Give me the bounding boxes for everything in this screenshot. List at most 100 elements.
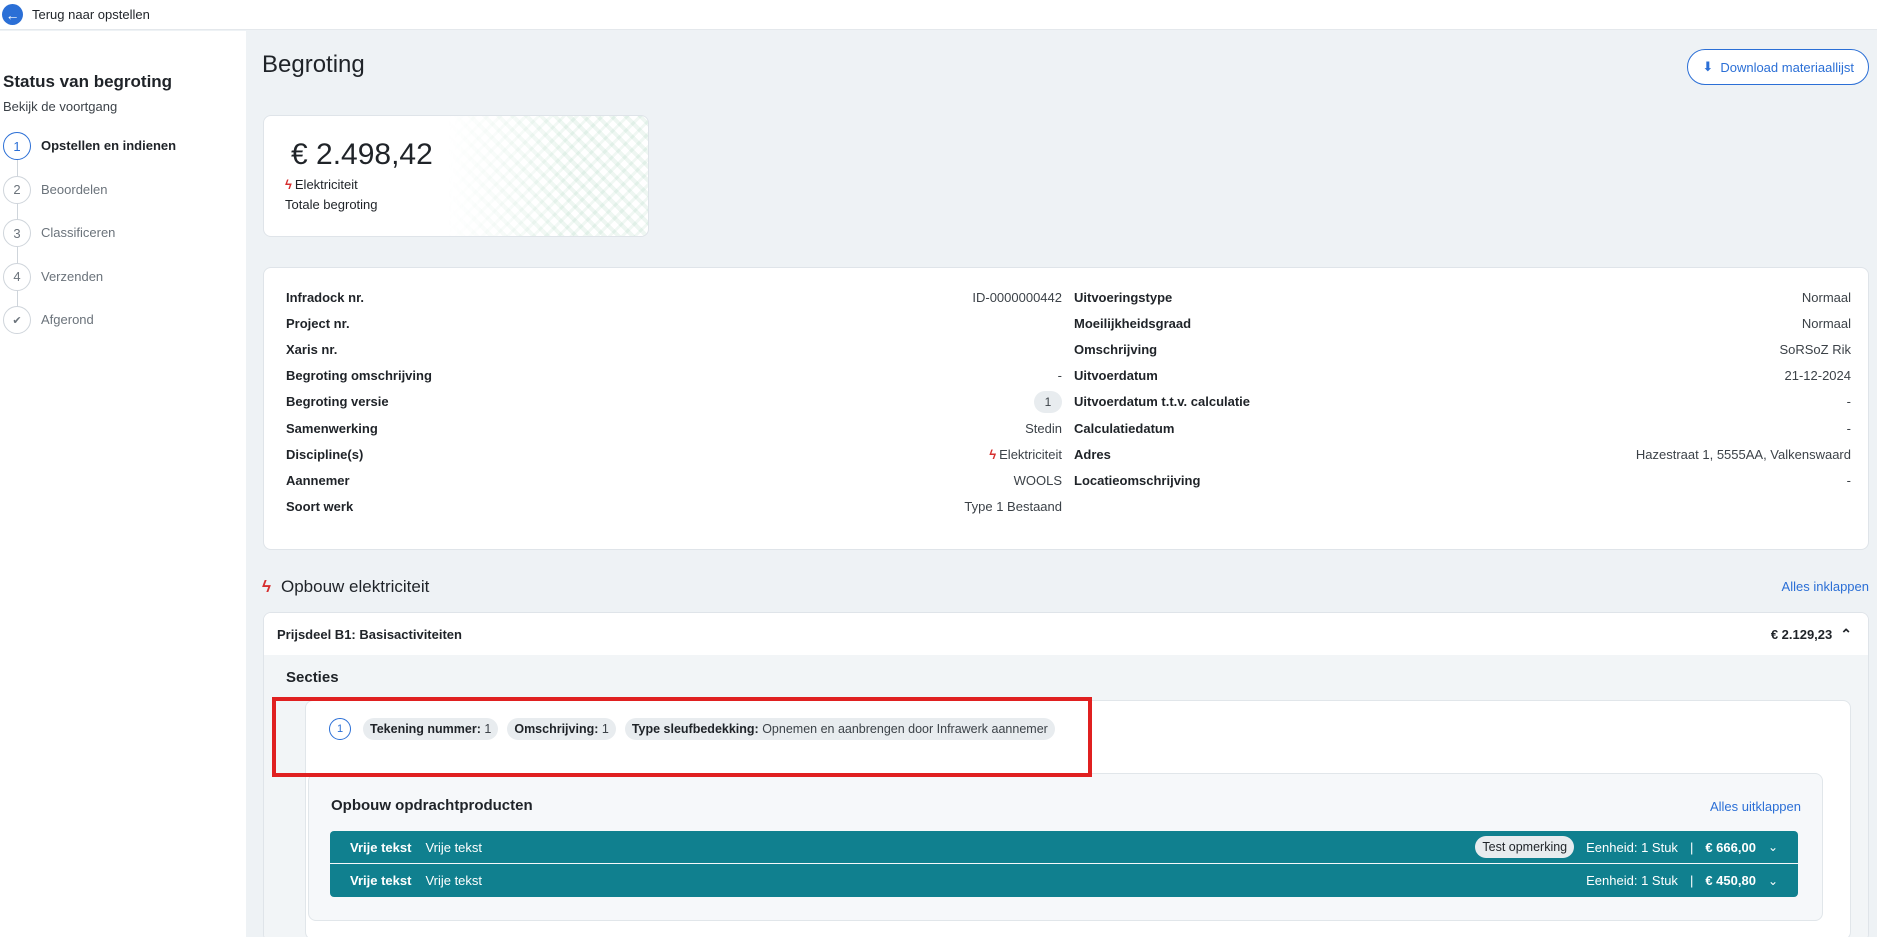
decorative-pattern	[448, 116, 648, 236]
info-key: Samenwerking	[286, 420, 378, 436]
info-value: Stedin	[1025, 420, 1062, 436]
download-icon: ⬇	[1702, 59, 1714, 74]
total-card: € 2.498,42 ϟ Elektriciteit Totale begrot…	[263, 115, 649, 237]
lightning-icon: ϟ	[285, 177, 292, 192]
sectie-chip: Tekening nummer: 1	[363, 718, 499, 740]
product-unit: Eenheid: 1 Stuk	[1586, 873, 1678, 888]
chevron-down-icon[interactable]: ⌄	[1768, 874, 1778, 888]
info-row: Uitvoeringstype Normaal	[1074, 284, 1851, 310]
chip-key: Type sleufbedekking:	[631, 722, 759, 736]
step-afgerond: ✔ Afgerond	[3, 306, 176, 350]
info-column-left: Infradock nr. ID-0000000442 Project nr. X…	[286, 284, 1062, 520]
back-label: Terug naar opstellen	[32, 7, 150, 22]
check-icon: ✔	[3, 306, 31, 334]
discipline-value: Elektriciteit	[999, 446, 1062, 462]
product-type: Vrije tekst	[350, 839, 412, 855]
step-verzenden: 4 Verzenden	[3, 262, 176, 307]
discipline-label: Elektriciteit	[294, 177, 358, 192]
step-label: Verzenden	[41, 268, 104, 284]
step-number: 3	[3, 219, 31, 247]
info-key: Calculatiedatum	[1074, 420, 1175, 436]
total-discipline: ϟ Elektriciteit	[285, 177, 358, 192]
info-row: Xaris nr.	[286, 336, 1062, 362]
product-name: Vrije tekst	[425, 873, 483, 888]
info-key: Project nr.	[286, 315, 350, 331]
step-number: 2	[3, 175, 31, 204]
info-value: Normaal	[1801, 315, 1851, 331]
step-connector	[16, 203, 18, 220]
info-row: Uitvoerdatum t.t.v. calculatie -	[1074, 389, 1851, 415]
lightning-icon: ϟ	[989, 446, 997, 462]
product-price: € 666,00	[1705, 839, 1756, 855]
expand-all-link[interactable]: Alles uitklappen	[1710, 799, 1801, 814]
step-label: Opstellen en indienen	[41, 138, 177, 153]
info-key: Uitvoerdatum t.t.v. calculatie	[1074, 394, 1251, 410]
info-value: 1	[1034, 390, 1062, 413]
page-title: Begroting	[262, 51, 365, 78]
product-info: Vrije tekst Vrije tekst	[350, 873, 482, 888]
info-value: Type 1 Bestaand	[964, 499, 1062, 515]
product-price: € 450,80	[1705, 873, 1756, 888]
info-row: Project nr.	[286, 310, 1062, 336]
info-row: Begroting omschrijving -	[286, 363, 1062, 389]
info-row: Aannemer WOOLS	[286, 467, 1062, 493]
opdrachtproducten-title: Opbouw opdrachtproducten	[331, 797, 533, 814]
prijsdeel-amount: € 2.129,23	[1770, 626, 1833, 642]
info-key: Begroting versie	[286, 394, 389, 410]
info-value: Normaal	[1801, 289, 1851, 305]
status-steps: 1 Opstellen en indienen 2 Beoordelen 3 C…	[3, 132, 176, 350]
info-key: Omschrijving	[1074, 341, 1158, 357]
download-materiaallijst-button[interactable]: ⬇ Download materiaallijst	[1687, 49, 1869, 85]
back-link[interactable]: ← Terug naar opstellen	[2, 4, 150, 25]
prijsdeel-title: Prijsdeel B1: Basisactiviteiten	[277, 626, 462, 642]
step-beoordelen: 2 Beoordelen	[3, 175, 176, 220]
sectie-chip: Type sleufbedekking: Opnemen en aanbreng…	[624, 718, 1055, 740]
product-unit: Eenheid: 1 Stuk	[1586, 839, 1678, 855]
info-key: Uitvoerdatum	[1074, 368, 1158, 384]
info-key: Xaris nr.	[286, 341, 338, 357]
sidebar-subtitle: Bekijk de voortgang	[3, 99, 118, 114]
info-row: Soort werk Type 1 Bestaand	[286, 494, 1062, 520]
separator: |	[1689, 839, 1694, 855]
product-info: Vrije tekst Vrije tekst	[350, 840, 482, 855]
section-title: ϟ Opbouw elektriciteit	[262, 577, 429, 597]
info-value: ID-0000000442	[972, 289, 1062, 305]
step-label: Classificeren	[41, 225, 116, 240]
info-value: 21-12-2024	[1784, 368, 1852, 384]
collapse-all-link[interactable]: Alles inklappen	[1782, 579, 1869, 594]
remark-badge: Test opmerking	[1475, 836, 1575, 858]
info-row: Discipline(s) ϟ Elektriciteit	[286, 441, 1062, 467]
info-value: -	[1846, 472, 1851, 488]
top-bar: ← Terug naar opstellen	[0, 0, 1877, 30]
product-row[interactable]: Vrije tekst Vrije tekst Test opmerking E…	[330, 831, 1798, 863]
step-label: Afgerond	[41, 312, 94, 327]
sectie-number: 1	[329, 718, 351, 740]
info-row: Calculatiedatum -	[1074, 415, 1851, 441]
info-key: Locatieomschrijving	[1074, 472, 1201, 488]
info-key: Aannemer	[286, 472, 350, 488]
chip-value: Opnemen en aanbrengen door Infrawerk aan…	[762, 722, 1048, 736]
info-value: ϟ Elektriciteit	[989, 447, 1062, 462]
chevron-down-icon[interactable]: ⌄	[1768, 840, 1778, 854]
sectie-chip: Omschrijving: 1	[507, 718, 616, 740]
info-value: -	[1846, 420, 1851, 436]
info-card: Infradock nr. ID-0000000442 Project nr. X…	[263, 267, 1869, 550]
info-row: Infradock nr. ID-0000000442	[286, 284, 1062, 310]
product-row[interactable]: Vrije tekst Vrije tekst Eenheid: 1 Stuk …	[330, 864, 1798, 897]
info-value: -	[1846, 394, 1851, 410]
section-title-label: Opbouw elektriciteit	[281, 577, 430, 596]
chip-value: 1	[601, 722, 609, 736]
info-value: SoRSoZ Rik	[1779, 341, 1851, 357]
chip-value: 1	[484, 722, 492, 736]
separator: |	[1689, 873, 1694, 888]
prijsdeel-header[interactable]: Prijsdeel B1: Basisactiviteiten € 2.129,…	[264, 613, 1868, 655]
step-label: Beoordelen	[41, 181, 108, 197]
info-key: Uitvoeringstype	[1074, 289, 1173, 305]
chevron-up-icon[interactable]: ⌃	[1840, 626, 1852, 643]
info-key: Adres	[1074, 446, 1111, 462]
info-row: Adres Hazestraat 1, 5555AA, Valkenswaard	[1074, 441, 1851, 467]
info-row: Samenwerking Stedin	[286, 415, 1062, 441]
sidebar: Status van begroting Bekijk de voortgang…	[0, 31, 246, 937]
info-row: Omschrijving SoRSoZ Rik	[1074, 336, 1851, 362]
opdrachtproducten-card: Opbouw opdrachtproducten Alles uitklappe…	[308, 773, 1823, 921]
